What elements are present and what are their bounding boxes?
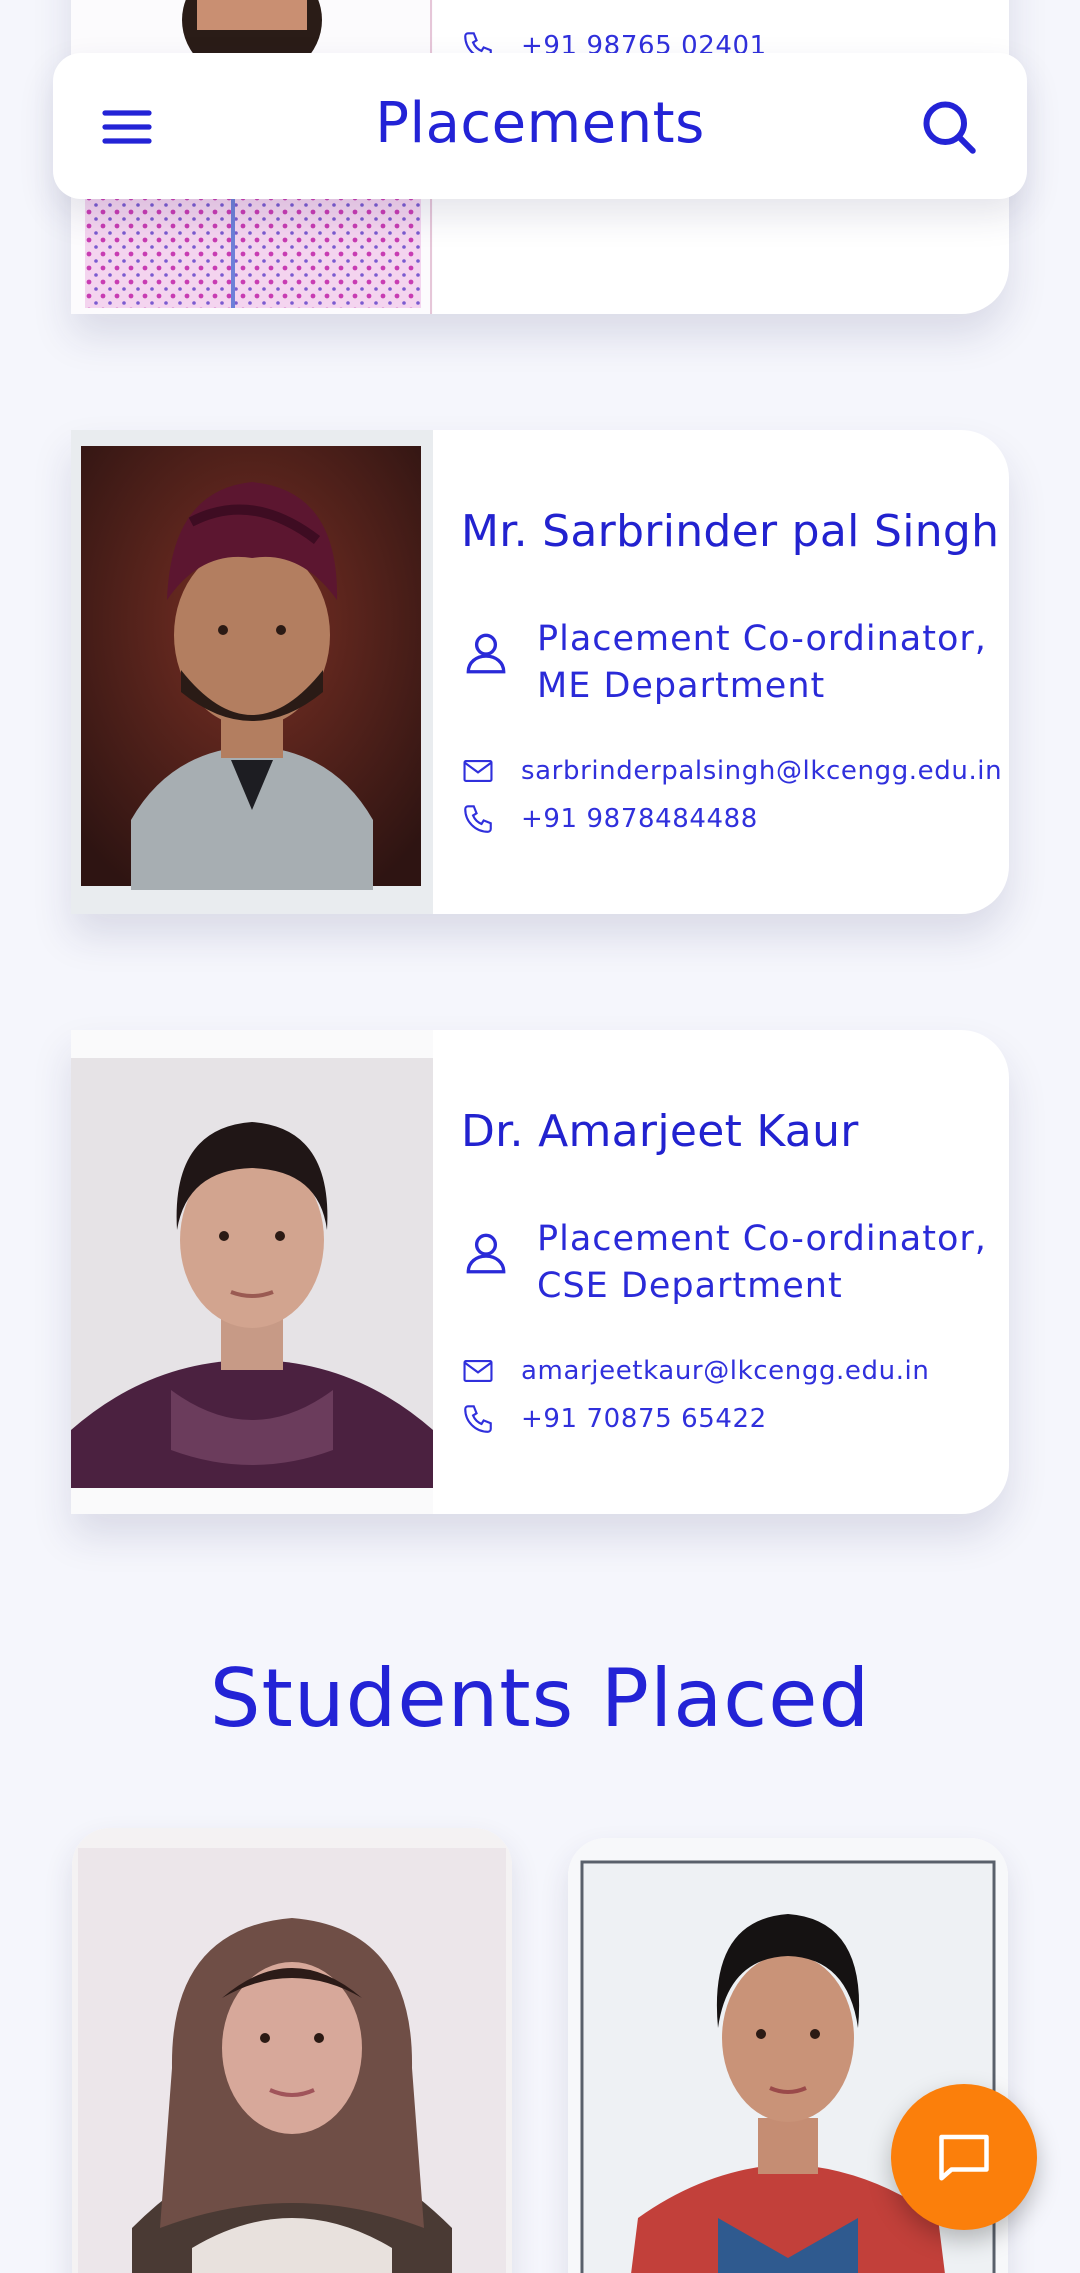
chat-icon: [939, 2134, 989, 2181]
chat-button[interactable]: [891, 2084, 1037, 2230]
student-photo: [72, 1828, 512, 2273]
coordinator-name: Dr. Amarjeet Kaur: [461, 1106, 859, 1157]
coordinator-card: Dr. Amarjeet Kaur Placement Co-ordinator…: [71, 1030, 1009, 1514]
coordinator-role: Placement Co-ordinator, CSE Department: [537, 1219, 987, 1306]
coordinator-phone[interactable]: +91 9878484488: [521, 804, 758, 834]
phone-icon: [464, 1405, 492, 1433]
phone-icon: [464, 805, 492, 833]
coordinator-role: Placement Co-ordinator, ME Department: [537, 619, 987, 706]
search-icon[interactable]: [919, 97, 979, 157]
user-icon: [466, 1233, 506, 1274]
page-title: Placements: [375, 91, 705, 156]
student-card[interactable]: [72, 1828, 512, 2273]
mail-icon: [463, 760, 493, 782]
email-row[interactable]: amarjeetkaur@lkcengg.edu.in: [461, 1354, 929, 1388]
coordinator-info: Mr. Sarbrinder pal Singh Placement Co-or…: [433, 430, 1009, 914]
coordinator-photo: [71, 430, 433, 914]
user-icon: [466, 633, 506, 674]
placements-page: Placement Co-ordinator, +91 98765 02401: [0, 0, 1080, 2273]
coordinator-phone[interactable]: +91 70875 65422: [521, 1404, 767, 1434]
role-row: Placement Co-ordinator, CSE Department: [461, 1216, 997, 1310]
phone-row[interactable]: +91 9878484488: [461, 802, 758, 836]
role-row: Placement Co-ordinator, ME Department: [461, 616, 997, 710]
phone-row[interactable]: +91 70875 65422: [461, 1402, 767, 1436]
coordinator-name: Mr. Sarbrinder pal Singh: [461, 506, 1000, 557]
coordinator-info: Dr. Amarjeet Kaur Placement Co-ordinator…: [433, 1030, 1009, 1514]
mail-icon: [463, 1360, 493, 1382]
app-bar: Placements: [53, 53, 1027, 199]
coordinator-photo: [71, 1030, 433, 1514]
email-row[interactable]: sarbrinderpalsingh@lkcengg.edu.in: [461, 754, 1002, 788]
coordinator-email[interactable]: amarjeetkaur@lkcengg.edu.in: [521, 1356, 929, 1386]
section-title: Students Placed: [209, 1652, 871, 1745]
coordinator-email[interactable]: sarbrinderpalsingh@lkcengg.edu.in: [521, 756, 1002, 786]
coordinator-card: Mr. Sarbrinder pal Singh Placement Co-or…: [71, 430, 1009, 914]
